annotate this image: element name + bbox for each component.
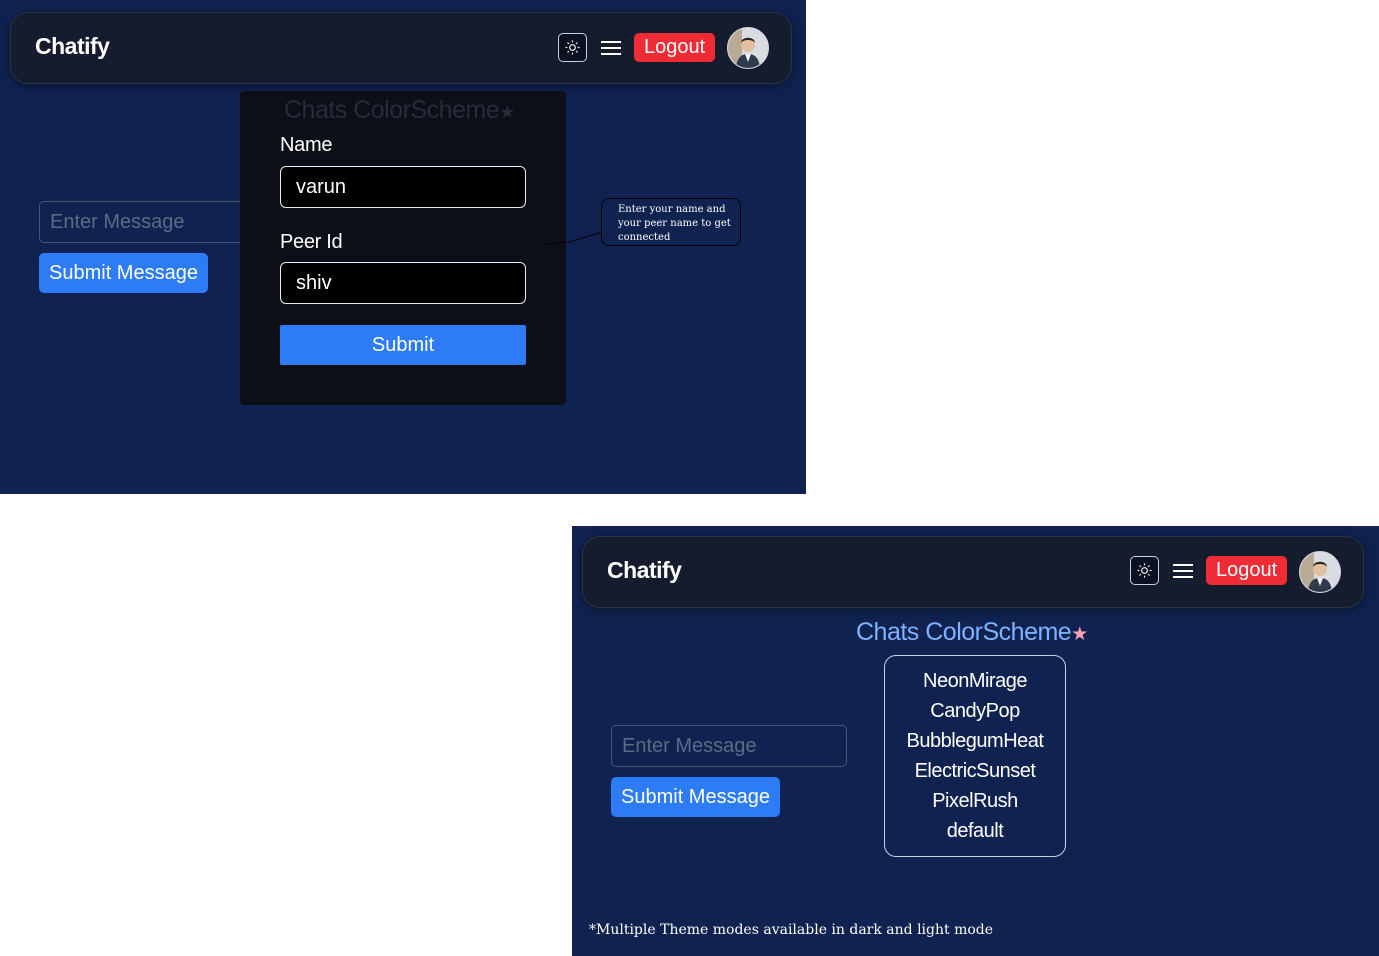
brand-logo[interactable]: Chatify bbox=[35, 33, 110, 60]
avatar-icon bbox=[728, 28, 768, 68]
screenshot-panel-colorscheme: Chatify Logout Chats ColorScheme★ NeonMi… bbox=[572, 526, 1379, 956]
logout-button[interactable]: Logout bbox=[1206, 556, 1288, 585]
peer-id-label: Peer Id bbox=[280, 231, 343, 253]
modal-submit-button[interactable]: Submit bbox=[280, 325, 526, 365]
colorscheme-option-electricsunset[interactable]: ElectricSunset bbox=[885, 756, 1065, 786]
modal-heading-text: Chats ColorScheme bbox=[284, 96, 500, 124]
star-icon: ★ bbox=[1071, 624, 1088, 645]
colorscheme-option-bubblegumheat[interactable]: BubblegumHeat bbox=[885, 726, 1065, 756]
connect-modal: Chats ColorScheme★ Name Peer Id Submit bbox=[240, 91, 566, 405]
help-tooltip: Enter your name and your peer name to ge… bbox=[601, 198, 741, 246]
logout-button[interactable]: Logout bbox=[634, 33, 716, 62]
hamburger-menu-icon bbox=[1173, 564, 1193, 578]
colorscheme-option-default[interactable]: default bbox=[885, 816, 1065, 846]
user-avatar[interactable] bbox=[727, 27, 769, 69]
theme-toggle-button[interactable] bbox=[558, 33, 587, 62]
hamburger-menu-icon bbox=[601, 41, 621, 55]
menu-button[interactable] bbox=[600, 37, 622, 59]
colorscheme-heading-text: Chats ColorScheme bbox=[856, 618, 1072, 646]
menu-button[interactable] bbox=[1172, 560, 1194, 582]
colorscheme-option-pixelrush[interactable]: PixelRush bbox=[885, 786, 1065, 816]
colorscheme-option-candypop[interactable]: CandyPop bbox=[885, 696, 1065, 726]
message-input[interactable] bbox=[611, 725, 847, 767]
name-label: Name bbox=[280, 134, 333, 156]
tooltip-pointer bbox=[543, 231, 603, 245]
theme-footnote: *Multiple Theme modes available in dark … bbox=[589, 922, 994, 938]
colorscheme-heading: Chats ColorScheme★ bbox=[856, 618, 1088, 647]
star-icon: ★ bbox=[499, 102, 515, 122]
sun-icon bbox=[1137, 563, 1152, 578]
screenshot-panel-login: Chatify Logout Enter Message Submit Mess… bbox=[0, 0, 806, 494]
theme-toggle-button[interactable] bbox=[1130, 556, 1159, 585]
peer-id-field[interactable] bbox=[280, 262, 526, 304]
colorscheme-option-neonmirage[interactable]: NeonMirage bbox=[885, 666, 1065, 696]
brand-logo[interactable]: Chatify bbox=[607, 557, 682, 584]
sun-icon bbox=[565, 40, 580, 55]
user-avatar[interactable] bbox=[1299, 551, 1341, 593]
avatar-icon bbox=[1300, 552, 1340, 592]
submit-message-button[interactable]: Submit Message bbox=[39, 253, 208, 293]
colorscheme-dropdown: NeonMirage CandyPop BubblegumHeat Electr… bbox=[884, 655, 1066, 857]
name-field[interactable] bbox=[280, 166, 526, 208]
submit-message-button[interactable]: Submit Message bbox=[611, 777, 780, 817]
navbar: Chatify Logout bbox=[582, 536, 1364, 608]
modal-heading: Chats ColorScheme★ bbox=[284, 96, 515, 125]
navbar: Chatify Logout bbox=[10, 12, 792, 84]
